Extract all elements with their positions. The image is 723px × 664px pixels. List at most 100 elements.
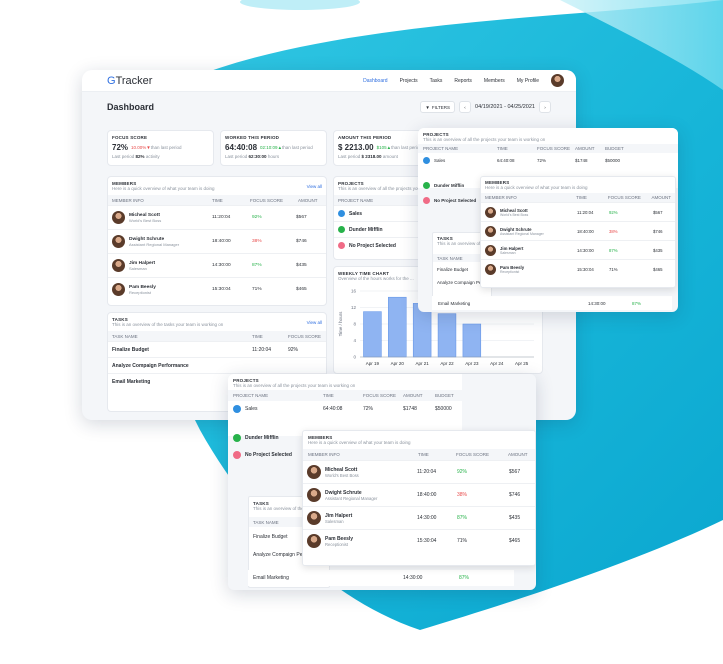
nav-reports[interactable]: Reports: [454, 78, 472, 84]
y-axis-label: Time / hours: [338, 311, 343, 337]
member-row[interactable]: Dwight Schrute Assistant Regional Manager…: [481, 221, 675, 240]
project-color-dot: [338, 210, 345, 217]
member-time: 18:40:00: [417, 492, 437, 498]
member-time: 18:40:00: [577, 228, 594, 234]
filters-button[interactable]: ▼ FILTERS: [420, 101, 456, 113]
member-amount: $746: [653, 228, 663, 234]
member-amount: $567: [296, 215, 307, 220]
member-focus: 71%: [252, 287, 262, 292]
nav-projects[interactable]: Projects: [400, 78, 418, 84]
project-row[interactable]: Dunder Mifflin: [233, 430, 279, 446]
members-panel-large: MEMBERS Here is a quick overview of what …: [302, 430, 536, 566]
member-avatar: [485, 206, 496, 218]
member-avatar: [112, 259, 125, 272]
member-time: 11:20:04: [212, 215, 231, 220]
date-range[interactable]: 04/19/2021 - 04/25/2021: [475, 104, 535, 110]
member-amount: $435: [509, 515, 521, 521]
nav-menu: Dashboard Projects Tasks Reports Members…: [351, 74, 564, 87]
x-tick-label: Apr 20: [391, 361, 405, 366]
project-row[interactable]: No Project Selected: [233, 447, 292, 463]
user-avatar[interactable]: [551, 74, 564, 87]
project-row[interactable]: Sales 64:40:08 72% $1748 $50000: [418, 153, 678, 167]
x-tick-label: Apr 24: [490, 361, 504, 366]
project-row[interactable]: No Project Selected: [334, 237, 422, 253]
chart-bar: [437, 313, 457, 358]
filter-icon: ▼: [425, 104, 430, 110]
x-tick-label: Apr 19: [366, 361, 380, 366]
member-time: 15:30:04: [417, 538, 437, 544]
project-name: Sales: [349, 210, 363, 217]
member-row[interactable]: Micheal Scott World's Best Boss 11:20:04 …: [108, 205, 326, 229]
projects-popup-card-large: PROJECTS This is an overview of all the p…: [228, 374, 536, 590]
member-row[interactable]: Pam Beesly Receptionist 15:30:04 71% $465: [303, 529, 535, 552]
project-row[interactable]: No Project Selected: [423, 193, 476, 207]
member-avatar: [307, 511, 321, 525]
members-view-all[interactable]: View all: [307, 184, 322, 189]
member-amount: $435: [653, 247, 663, 253]
member-time: 18:40:00: [212, 239, 231, 244]
task-row[interactable]: Analyze Compaign Performance: [108, 357, 326, 373]
member-time: 14:30:00: [417, 515, 437, 521]
tasks-view-all[interactable]: View all: [307, 320, 322, 325]
top-nav: GTracker Dashboard Projects Tasks Report…: [82, 70, 576, 92]
member-avatar: [112, 211, 125, 224]
project-row[interactable]: Dunder Mifflin: [334, 221, 422, 237]
project-color-dot: [423, 156, 430, 164]
chart-bar: [388, 296, 407, 358]
projects-popup-card-small: PROJECTS This is an overview of all the p…: [418, 128, 678, 312]
member-time: 11:20:04: [417, 469, 437, 475]
project-color-dot: [233, 405, 241, 413]
nav-my-profile[interactable]: My Profile: [517, 78, 539, 84]
task-row[interactable]: Finalize Budget 11:20:04 92%: [108, 341, 326, 357]
nav-dashboard[interactable]: Dashboard: [363, 78, 387, 84]
member-role: World's Best Boss: [129, 217, 162, 223]
member-row[interactable]: Jim Halpert Salesman 14:30:00 87% $435: [108, 253, 326, 277]
project-color-dot: [423, 196, 430, 204]
member-row[interactable]: Pam Beesly Receptionist 15:30:04 71% $465: [481, 259, 675, 278]
member-role: Salesman: [129, 265, 147, 271]
member-avatar: [307, 465, 321, 479]
project-row[interactable]: Dunder Mifflin: [423, 178, 464, 192]
chart-bar: [363, 311, 382, 358]
member-role: Salesman: [500, 250, 516, 255]
member-row[interactable]: Dwight Schrute Assistant Regional Manager…: [108, 229, 326, 253]
member-role: Assistant Regional Manager: [129, 241, 180, 247]
task-focus: 92%: [288, 346, 299, 353]
member-amount: $746: [509, 492, 521, 498]
members-panel-small: MEMBERS Here is a quick overview of what …: [480, 176, 676, 288]
member-focus: 92%: [457, 469, 468, 475]
member-amount: $435: [296, 263, 307, 268]
member-row[interactable]: Micheal Scott World's Best Boss 11:20:04 …: [303, 460, 535, 483]
member-amount: $567: [509, 469, 521, 475]
task-name: Finalize Budget: [112, 346, 149, 353]
project-row[interactable]: Sales: [334, 205, 422, 221]
member-row[interactable]: Dwight Schrute Assistant Regional Manager…: [303, 483, 535, 506]
member-focus: 38%: [609, 228, 618, 234]
project-row[interactable]: Sales 64:40:08 72% $1748 $50000: [228, 401, 462, 417]
project-color-dot: [233, 434, 241, 442]
member-avatar: [112, 235, 125, 248]
member-row[interactable]: Jim Halpert Salesman 14:30:00 87% $435: [481, 240, 675, 259]
app-logo[interactable]: GTracker: [107, 75, 152, 87]
x-tick-label: Apr 22: [440, 361, 454, 366]
member-avatar: [307, 488, 321, 502]
member-focus: 38%: [457, 492, 468, 498]
y-tick-label: 0: [353, 355, 356, 360]
member-focus: 71%: [609, 266, 618, 272]
nav-tasks[interactable]: Tasks: [430, 78, 443, 84]
member-role: Receptionist: [129, 289, 152, 295]
y-tick-label: 4: [353, 338, 356, 343]
nav-members[interactable]: Members: [484, 78, 505, 84]
member-time: 14:30:00: [212, 263, 231, 268]
member-avatar: [485, 263, 496, 275]
member-row[interactable]: Micheal Scott World's Best Boss 11:20:04 …: [481, 202, 675, 221]
member-role: Receptionist: [325, 541, 349, 547]
project-color-dot: [338, 226, 345, 233]
member-amount: $465: [653, 266, 663, 272]
page-title: Dashboard: [107, 102, 155, 112]
next-period-button[interactable]: ›: [539, 101, 551, 113]
member-row[interactable]: Jim Halpert Salesman 14:30:00 87% $435: [303, 506, 535, 529]
prev-period-button[interactable]: ‹: [459, 101, 472, 113]
member-row[interactable]: Pam Beesly Receptionist 15:30:04 71% $465: [108, 277, 326, 301]
task-name: Analyze Compaign Performance: [112, 362, 189, 369]
